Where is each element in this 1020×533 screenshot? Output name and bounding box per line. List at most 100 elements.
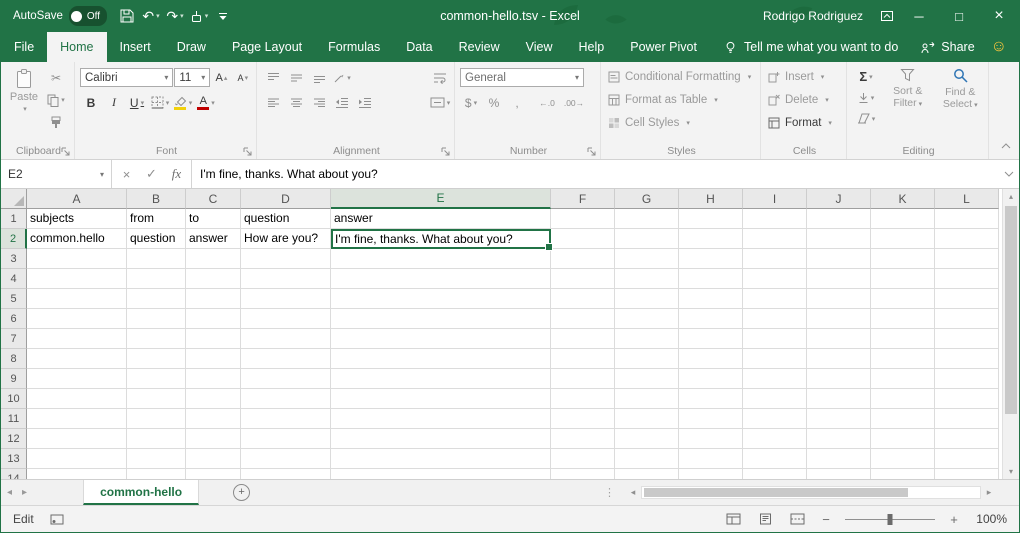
cell-B12[interactable] (127, 429, 186, 449)
previous-sheet-button[interactable]: ◂ (7, 487, 12, 498)
cell-D3[interactable] (241, 249, 331, 269)
cell-B2[interactable]: question (127, 229, 186, 249)
cell-C8[interactable] (186, 349, 241, 369)
conditional-formatting-button[interactable]: Conditional Formatting (606, 65, 757, 88)
cell-F9[interactable] (551, 369, 615, 389)
cell-C7[interactable] (186, 329, 241, 349)
maximize-button[interactable]: □ (939, 0, 979, 32)
cell-K12[interactable] (871, 429, 935, 449)
cell-H5[interactable] (679, 289, 743, 309)
accounting-format-button[interactable]: $ (460, 93, 482, 113)
cell-A5[interactable] (27, 289, 127, 309)
share-button[interactable]: Share (908, 32, 986, 62)
column-header-K[interactable]: K (871, 189, 935, 209)
horizontal-scrollbar[interactable]: ◂ ▸ (625, 480, 997, 505)
cell-B1[interactable]: from (127, 209, 186, 229)
cell-A12[interactable] (27, 429, 127, 449)
cell-J5[interactable] (807, 289, 871, 309)
row-header-3[interactable]: 3 (1, 249, 27, 269)
cell-E4[interactable] (331, 269, 551, 289)
cell-L1[interactable] (935, 209, 999, 229)
cell-E7[interactable] (331, 329, 551, 349)
cell-I11[interactable] (743, 409, 807, 429)
ribbon-display-options-button[interactable] (875, 3, 899, 29)
fill-button[interactable] (852, 87, 880, 108)
cell-D9[interactable] (241, 369, 331, 389)
cell-L8[interactable] (935, 349, 999, 369)
cell-A14[interactable] (27, 469, 127, 479)
cell-K10[interactable] (871, 389, 935, 409)
cell-B13[interactable] (127, 449, 186, 469)
cell-E3[interactable] (331, 249, 551, 269)
tab-scrollbar-splitter[interactable]: ⋮ (604, 480, 615, 505)
cell-L13[interactable] (935, 449, 999, 469)
save-button[interactable] (115, 3, 139, 29)
cell-D1[interactable]: question (241, 209, 331, 229)
tab-home[interactable]: Home (47, 32, 106, 62)
merge-center-button[interactable] (429, 93, 451, 113)
cell-I7[interactable] (743, 329, 807, 349)
increase-indent-button[interactable] (354, 93, 376, 113)
cell-H2[interactable] (679, 229, 743, 249)
cell-J4[interactable] (807, 269, 871, 289)
cell-C1[interactable]: to (186, 209, 241, 229)
cell-L2[interactable] (935, 229, 999, 249)
cell-A13[interactable] (27, 449, 127, 469)
cell-G12[interactable] (615, 429, 679, 449)
cell-I3[interactable] (743, 249, 807, 269)
cell-L7[interactable] (935, 329, 999, 349)
cell-D13[interactable] (241, 449, 331, 469)
undo-button[interactable]: ↶ (139, 3, 163, 29)
vertical-scrollbar[interactable]: ▴ ▾ (1002, 189, 1019, 479)
cell-L4[interactable] (935, 269, 999, 289)
cell-G8[interactable] (615, 349, 679, 369)
cell-G7[interactable] (615, 329, 679, 349)
column-header-F[interactable]: F (551, 189, 615, 209)
tab-data[interactable]: Data (393, 32, 445, 62)
cell-J11[interactable] (807, 409, 871, 429)
cell-A8[interactable] (27, 349, 127, 369)
cell-G14[interactable] (615, 469, 679, 479)
font-name-select[interactable]: Calibri (80, 68, 173, 87)
number-dialog-launcher[interactable] (585, 145, 597, 157)
cell-G4[interactable] (615, 269, 679, 289)
column-header-J[interactable]: J (807, 189, 871, 209)
paste-button[interactable]: Paste (6, 65, 42, 143)
cell-K11[interactable] (871, 409, 935, 429)
tab-formulas[interactable]: Formulas (315, 32, 393, 62)
cell-H1[interactable] (679, 209, 743, 229)
cell-B8[interactable] (127, 349, 186, 369)
cell-E6[interactable] (331, 309, 551, 329)
cell-A7[interactable] (27, 329, 127, 349)
view-normal-button[interactable] (723, 510, 743, 528)
user-name[interactable]: Rodrigo Rodriguez (763, 9, 863, 23)
copy-button[interactable] (45, 90, 67, 110)
scroll-left-button[interactable]: ◂ (625, 487, 641, 498)
cell-K14[interactable] (871, 469, 935, 479)
autosum-button[interactable]: Σ (852, 66, 880, 87)
cell-E12[interactable] (331, 429, 551, 449)
horizontal-scroll-thumb[interactable] (644, 488, 908, 497)
cell-H13[interactable] (679, 449, 743, 469)
cell-F6[interactable] (551, 309, 615, 329)
tab-insert[interactable]: Insert (107, 32, 164, 62)
cell-I10[interactable] (743, 389, 807, 409)
cell-E13[interactable] (331, 449, 551, 469)
zoom-level[interactable]: 100% (973, 512, 1007, 526)
cell-F10[interactable] (551, 389, 615, 409)
cell-A10[interactable] (27, 389, 127, 409)
cell-J12[interactable] (807, 429, 871, 449)
row-header-6[interactable]: 6 (1, 309, 27, 329)
customize-quick-access-button[interactable] (211, 3, 235, 29)
cancel-button[interactable]: × (114, 167, 139, 182)
cell-D7[interactable] (241, 329, 331, 349)
column-header-H[interactable]: H (679, 189, 743, 209)
scroll-down-button[interactable]: ▾ (1003, 464, 1019, 479)
cell-A1[interactable]: subjects (27, 209, 127, 229)
next-sheet-button[interactable]: ▸ (22, 487, 27, 498)
cell-F11[interactable] (551, 409, 615, 429)
tab-draw[interactable]: Draw (164, 32, 219, 62)
cell-J13[interactable] (807, 449, 871, 469)
cell-F13[interactable] (551, 449, 615, 469)
autosave-toggle[interactable]: Off (69, 6, 107, 26)
